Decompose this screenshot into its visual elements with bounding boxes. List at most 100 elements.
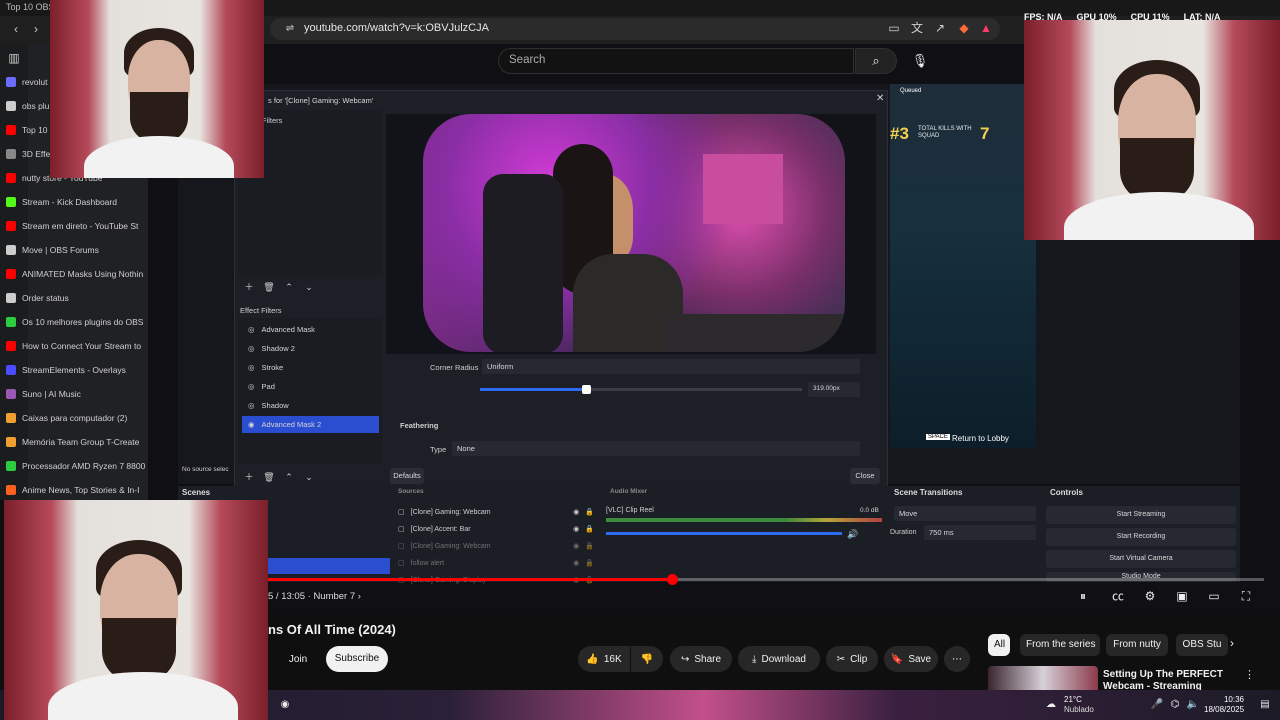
filter-chip[interactable]: From nutty bbox=[1106, 634, 1168, 656]
trash-icon[interactable]: 🗑 bbox=[262, 470, 276, 484]
control-button[interactable]: Start Streaming bbox=[1046, 506, 1236, 524]
visibility-eye-icon[interactable]: ◎ bbox=[248, 325, 255, 334]
visibility-eye-icon[interactable]: ◎ bbox=[248, 382, 255, 391]
effect-filter-item[interactable]: ◎ Shadow bbox=[242, 397, 379, 414]
microphone-icon[interactable]: 🎙 bbox=[906, 48, 934, 74]
corner-radius-select[interactable]: Uniform bbox=[482, 359, 860, 374]
visibility-eye-icon[interactable]: ◎ bbox=[248, 363, 255, 372]
back-icon[interactable]: ‹ bbox=[8, 21, 24, 37]
radius-slider-thumb[interactable] bbox=[582, 385, 591, 394]
progress-scrubber[interactable] bbox=[667, 574, 678, 585]
sidebar-toggle-icon[interactable]: ▥ bbox=[6, 50, 22, 66]
address-url[interactable]: youtube.com/watch?v=k:OBVJulzCJA bbox=[304, 22, 489, 34]
move-down-icon[interactable]: ⌄ bbox=[302, 470, 316, 484]
browser-tab[interactable]: How to Connect Your Stream to bbox=[6, 336, 146, 356]
visibility-eye-icon[interactable]: ◉ bbox=[248, 420, 255, 429]
source-row[interactable]: ▢ [Clone] Gaming: Webcam ◉ 🔒 bbox=[398, 504, 594, 520]
clock-date[interactable]: 18/08/2025 bbox=[1204, 705, 1244, 714]
browser-tab[interactable]: Suno | AI Music bbox=[6, 384, 146, 404]
share-button[interactable]: ↪ Share bbox=[670, 646, 732, 672]
like-button[interactable]: 👍 16K bbox=[578, 646, 630, 672]
effect-filter-item[interactable]: ◎ Advanced Mask bbox=[242, 321, 379, 338]
browser-tab[interactable]: StreamElements - Overlays bbox=[6, 360, 146, 380]
source-row[interactable]: ▢ [Clone] Accent: Bar ◉ 🔒 bbox=[398, 521, 594, 537]
move-down-icon[interactable]: ⌄ bbox=[302, 280, 316, 294]
captions-icon[interactable]: ㏄ bbox=[1109, 589, 1127, 603]
browser-tab[interactable]: Order status bbox=[6, 288, 146, 308]
filter-chip[interactable]: All bbox=[988, 634, 1010, 656]
chapter-title[interactable]: Number 7 bbox=[313, 591, 355, 602]
brave-shield-icon[interactable]: ◆ bbox=[956, 20, 972, 36]
settings-gear-icon[interactable]: ⚙ bbox=[1141, 589, 1159, 603]
browser-tab[interactable]: Os 10 melhores plugins do OBS bbox=[6, 312, 146, 332]
visibility-eye-icon[interactable]: ◎ bbox=[248, 401, 255, 410]
browser-tab[interactable]: Move | OBS Forums bbox=[6, 240, 146, 260]
effect-filter-item[interactable]: ◉ Advanced Mask 2 bbox=[242, 416, 379, 433]
more-actions-icon[interactable]: ⋯ bbox=[944, 646, 970, 672]
source-row[interactable]: ▢ [Clone] Gaming: Webcam ◉ 🔒 bbox=[398, 538, 594, 554]
defaults-button[interactable]: Defaults bbox=[390, 468, 424, 484]
fullscreen-icon[interactable]: ⛶ bbox=[1237, 589, 1255, 603]
browser-tab[interactable]: Caixas para computador (2) bbox=[6, 408, 146, 428]
clock-time[interactable]: 10:36 bbox=[1204, 695, 1244, 704]
transition-select[interactable]: Move bbox=[894, 506, 1036, 521]
translate-icon[interactable]: 文 bbox=[909, 20, 925, 36]
visibility-eye-icon[interactable]: ◎ bbox=[248, 344, 255, 353]
cast-icon[interactable]: ▭ bbox=[886, 20, 902, 36]
effect-filter-item[interactable]: ◎ Pad bbox=[242, 378, 379, 395]
theater-mode-icon[interactable]: ▭ bbox=[1205, 589, 1223, 603]
close-icon[interactable]: ✕ bbox=[876, 93, 884, 104]
miniplayer-icon[interactable]: ▣ bbox=[1173, 589, 1191, 603]
radius-value-stepper[interactable]: 319.00px bbox=[808, 382, 860, 397]
add-icon[interactable]: ＋ bbox=[242, 280, 256, 294]
site-info-icon[interactable]: ⇌ bbox=[282, 21, 298, 37]
close-button[interactable]: Close bbox=[850, 468, 880, 484]
network-icon[interactable]: ⌬ bbox=[1168, 698, 1182, 712]
trash-icon[interactable]: 🗑 bbox=[262, 280, 276, 294]
visibility-eye-icon[interactable]: ◉ bbox=[573, 508, 579, 516]
control-button[interactable]: Start Recording bbox=[1046, 528, 1236, 546]
effect-filter-item[interactable]: ◎ Shadow 2 bbox=[242, 340, 379, 357]
speaker-icon[interactable]: 🔊 bbox=[846, 527, 860, 541]
chips-next-icon[interactable]: › bbox=[1230, 636, 1234, 650]
subscribe-button[interactable]: Subscribe bbox=[326, 646, 388, 672]
microphone-tray-icon[interactable]: 🎤 bbox=[1150, 698, 1164, 712]
visibility-eye-icon[interactable]: ◉ bbox=[573, 542, 579, 550]
add-icon[interactable]: ＋ bbox=[242, 470, 256, 484]
effect-filter-item[interactable]: ◎ Stroke bbox=[242, 359, 379, 376]
search-icon[interactable]: ⌕ bbox=[855, 48, 897, 74]
move-up-icon[interactable]: ⌃ bbox=[282, 280, 296, 294]
clip-button[interactable]: ✂ Clip bbox=[826, 646, 878, 672]
lock-icon[interactable]: 🔒 bbox=[585, 525, 594, 533]
dislike-button[interactable]: 👎 bbox=[631, 646, 663, 672]
selected-scene-row[interactable] bbox=[268, 558, 390, 574]
rewards-icon[interactable]: ▲ bbox=[978, 20, 994, 36]
lock-icon[interactable]: 🔒 bbox=[585, 559, 594, 567]
share-page-icon[interactable]: ↗ bbox=[932, 20, 948, 36]
duration-input[interactable]: 750 ms bbox=[924, 525, 1036, 540]
recommendation-menu-icon[interactable]: ⋮ bbox=[1244, 668, 1255, 681]
browser-tab[interactable]: Memória Team Group T-Create bbox=[6, 432, 146, 452]
volume-slider[interactable] bbox=[606, 532, 842, 535]
browser-tab[interactable]: Processador AMD Ryzen 7 8800 bbox=[6, 456, 146, 476]
visibility-eye-icon[interactable]: ◉ bbox=[573, 525, 579, 533]
type-select[interactable]: None bbox=[452, 441, 860, 456]
volume-tray-icon[interactable]: 🔈 bbox=[1186, 698, 1200, 712]
source-row[interactable]: ▢ follow alert ◉ 🔒 bbox=[398, 555, 594, 571]
browser-tab[interactable]: Stream em direto - YouTube St bbox=[6, 216, 146, 236]
lock-icon[interactable]: 🔒 bbox=[585, 542, 594, 550]
save-button[interactable]: 🔖 Save bbox=[884, 646, 938, 672]
filter-chip[interactable]: From the series bbox=[1020, 634, 1100, 656]
download-button[interactable]: ⤓ Download bbox=[738, 646, 820, 672]
browser-tab[interactable]: ANIMATED Masks Using Nothin bbox=[6, 264, 146, 284]
visibility-eye-icon[interactable]: ◉ bbox=[573, 559, 579, 567]
browser-tab[interactable]: Anime News, Top Stories & In-I bbox=[6, 480, 146, 500]
autoplay-toggle-icon[interactable]: ⏸ bbox=[1074, 589, 1092, 603]
lock-icon[interactable]: 🔒 bbox=[585, 508, 594, 516]
youtube-search-input[interactable] bbox=[498, 48, 854, 74]
browser-tab[interactable]: Stream - Kick Dashboard bbox=[6, 192, 146, 212]
join-button[interactable]: Join bbox=[276, 646, 320, 672]
forward-icon[interactable]: › bbox=[28, 21, 44, 37]
move-up-icon[interactable]: ⌃ bbox=[282, 470, 296, 484]
app-icon[interactable]: ◉ bbox=[278, 698, 292, 712]
